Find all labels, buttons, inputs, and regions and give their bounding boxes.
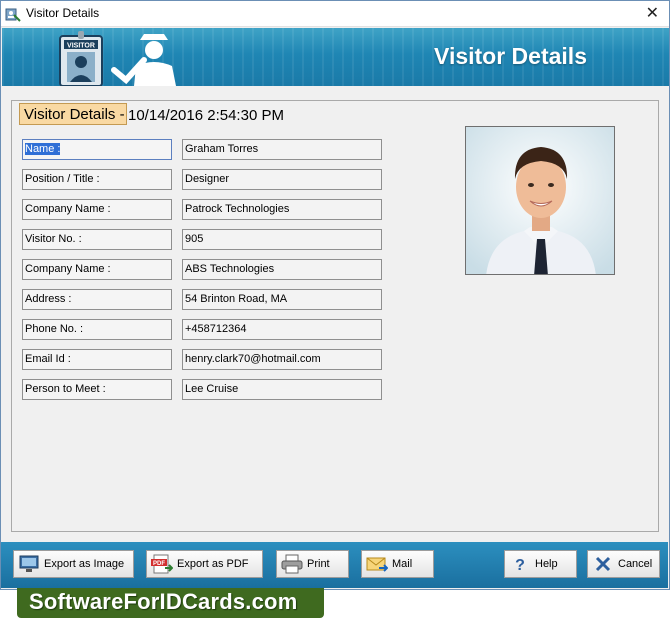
email-id-value: henry.clark70@hotmail.com (182, 349, 382, 370)
mail-icon (366, 553, 388, 575)
svg-text:?: ? (515, 557, 525, 573)
svg-text:PDF: PDF (153, 561, 165, 567)
print-button[interactable]: Print (276, 550, 349, 578)
printer-icon (281, 553, 303, 575)
banner-title: Visitor Details (434, 43, 587, 69)
close-icon[interactable]: ✕ (646, 3, 659, 22)
website-watermark: SoftwareForIDCards.com (17, 588, 324, 618)
phone-no-label: Phone No. : (22, 319, 172, 340)
company-name-2-value: ABS Technologies (182, 259, 382, 280)
email-id-label: Email Id : (22, 349, 172, 370)
visitor-no-label: Visitor No. : (22, 229, 172, 250)
company-name-value: Patrock Technologies (182, 199, 382, 220)
position-title-label: Position / Title : (22, 169, 172, 190)
svg-text:VISITOR: VISITOR (67, 43, 95, 50)
group-label: Visitor Details - (19, 103, 127, 125)
monitor-image-icon (18, 553, 40, 575)
window-title: Visitor Details (26, 6, 100, 20)
visitor-guard-icon: VISITOR (59, 31, 176, 86)
pdf-icon: PDF (151, 553, 173, 575)
help-icon: ? (509, 553, 531, 575)
cancel-x-icon (592, 553, 614, 575)
cancel-button[interactable]: Cancel (587, 550, 660, 578)
phone-no-value: +458712364 (182, 319, 382, 340)
person-to-meet-value: Lee Cruise (182, 379, 382, 400)
position-title-value: Designer (182, 169, 382, 190)
export-pdf-button[interactable]: PDF Export as PDF (146, 550, 263, 578)
visitor-no-value: 905 (182, 229, 382, 250)
address-value: 54 Brinton Road, MA (182, 289, 382, 310)
company-name-2-label: Company Name : (22, 259, 172, 280)
export-image-button[interactable]: Export as Image (13, 550, 134, 578)
app-icon (5, 8, 21, 22)
name-value: Graham Torres (182, 139, 382, 160)
title-bar: Visitor Details ✕ (1, 1, 669, 27)
visitor-photo (465, 126, 615, 275)
name-label: Name : (22, 139, 172, 160)
help-button[interactable]: ? Help (504, 550, 577, 578)
address-label: Address : (22, 289, 172, 310)
header-banner: VISITOR Visitor Details (2, 28, 669, 86)
company-name-label: Company Name : (22, 199, 172, 220)
visitor-portrait-image (466, 127, 614, 274)
mail-button[interactable]: Mail (361, 550, 434, 578)
visit-datetime: 10/14/2016 2:54:30 PM (128, 107, 284, 124)
person-to-meet-label: Person to Meet : (22, 379, 172, 400)
